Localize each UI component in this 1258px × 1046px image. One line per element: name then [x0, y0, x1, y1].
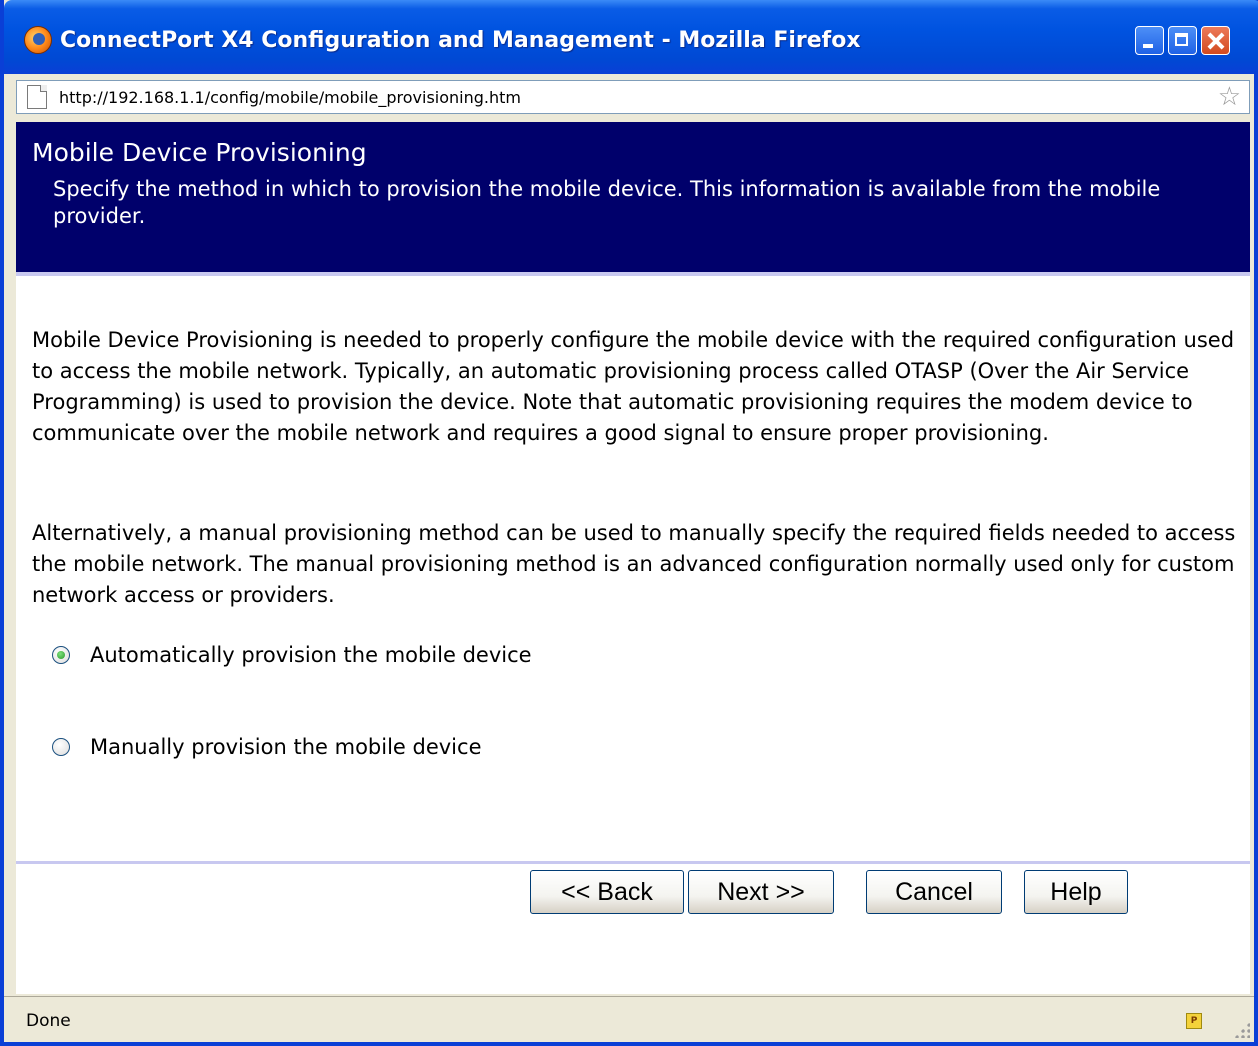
header-divider: [16, 272, 1250, 276]
back-button[interactable]: << Back: [530, 870, 684, 914]
radio-manual[interactable]: [52, 738, 70, 756]
page-subtitle: Specify the method in which to provision…: [53, 177, 1161, 228]
url-text[interactable]: http://192.168.1.1/config/mobile/mobile_…: [59, 88, 521, 107]
status-text: Done: [26, 1011, 71, 1031]
firefox-icon: [24, 26, 52, 54]
resize-grip-icon[interactable]: [1234, 1022, 1250, 1038]
footer-divider: [16, 861, 1250, 864]
window-title: ConnectPort X4 Configuration and Managem…: [60, 28, 861, 53]
cancel-button[interactable]: Cancel: [866, 870, 1002, 914]
browser-window: ConnectPort X4 Configuration and Managem…: [0, 0, 1258, 1046]
bookmark-star-icon[interactable]: ☆: [1218, 83, 1241, 111]
page-title: Mobile Device Provisioning: [32, 138, 367, 167]
minimize-button[interactable]: [1135, 26, 1164, 55]
plugin-icon[interactable]: P: [1186, 1013, 1202, 1029]
help-button[interactable]: Help: [1024, 870, 1128, 914]
option-manual[interactable]: Manually provision the mobile device: [52, 731, 481, 763]
page-icon: [27, 85, 47, 109]
option-automatic[interactable]: Automatically provision the mobile devic…: [52, 639, 532, 671]
address-bar[interactable]: http://192.168.1.1/config/mobile/mobile_…: [16, 80, 1250, 114]
status-bar: Done P: [4, 996, 1254, 1042]
close-button[interactable]: [1201, 26, 1230, 55]
next-button[interactable]: Next >>: [688, 870, 834, 914]
page-content: Mobile Device Provisioning Specify the m…: [16, 122, 1250, 994]
maximize-button[interactable]: [1168, 26, 1197, 55]
radio-automatic[interactable]: [52, 646, 70, 664]
description-paragraph-2: Alternatively, a manual provisioning met…: [32, 521, 1236, 607]
option-manual-label[interactable]: Manually provision the mobile device: [90, 735, 481, 759]
description-paragraph-1: Mobile Device Provisioning is needed to …: [32, 328, 1235, 445]
option-automatic-label[interactable]: Automatically provision the mobile devic…: [90, 643, 532, 667]
header-band: Mobile Device Provisioning Specify the m…: [16, 122, 1250, 272]
title-bar[interactable]: ConnectPort X4 Configuration and Managem…: [4, 0, 1258, 74]
